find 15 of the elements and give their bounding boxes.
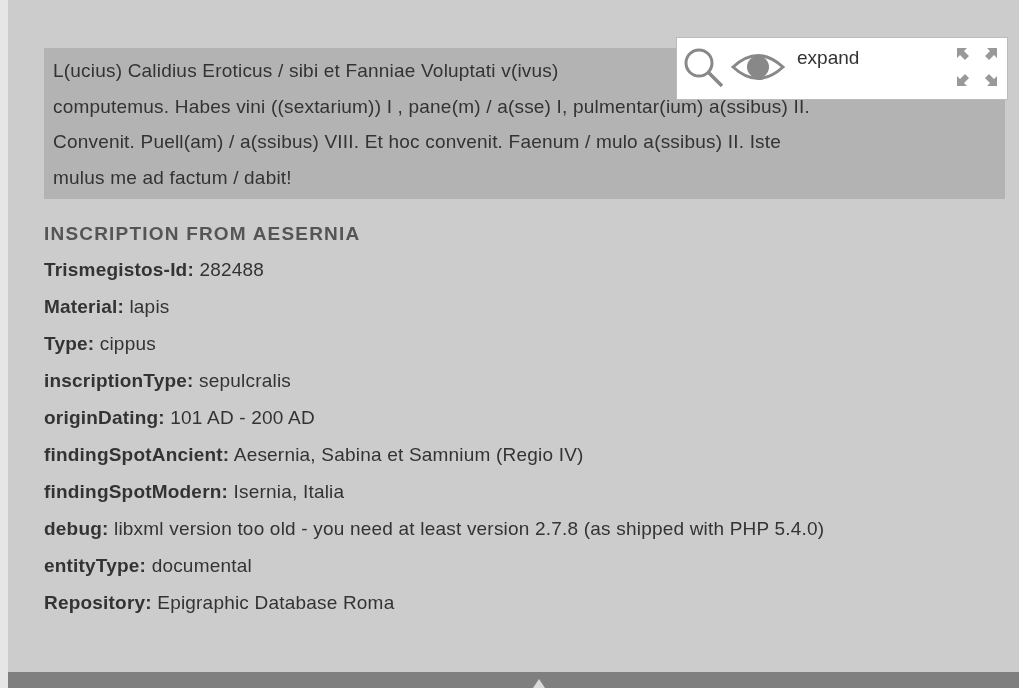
metadata-field: Type: cippus — [44, 325, 975, 362]
metadata-field: findingSpotAncient: Aesernia, Sabina et Samnium (Regio IV) — [44, 436, 975, 473]
metadata-field: originDating: 101 AD - 200 AD — [44, 399, 975, 436]
metadata-field: debug: libxml version too old - you need at least version 2.7.8 (as shipped with PHP 5.4.0) — [44, 510, 975, 547]
metadata-field: Trismegistos-Id: 282488 — [44, 251, 975, 288]
expand-button[interactable]: expand — [797, 48, 860, 67]
metadata-field: findingSpotModern: Isernia, Italia — [44, 473, 975, 510]
inscription-heading: INSCRIPTION FROM AESERNIA — [44, 222, 362, 246]
metadata-field: inscriptionType: sepulcralis — [44, 362, 975, 399]
metadata-field: entityType: documental — [44, 547, 975, 584]
triangle-icon[interactable] — [532, 679, 545, 688]
metadata-field: Repository: Epigraphic Database Roma — [44, 584, 975, 621]
search-icon[interactable] — [683, 47, 725, 89]
fullscreen-icon[interactable] — [955, 46, 999, 88]
metadata-field: Material: lapis — [44, 288, 975, 325]
